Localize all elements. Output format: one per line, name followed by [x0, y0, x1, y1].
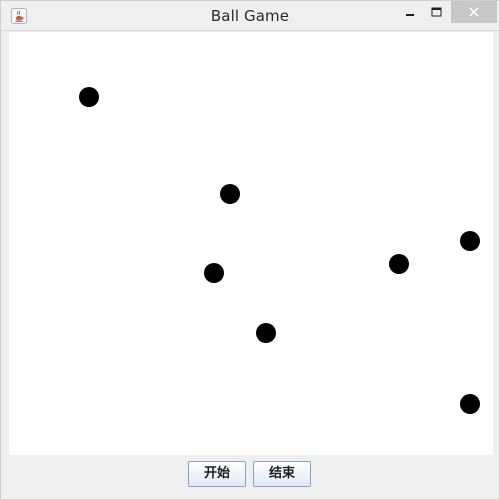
- ball: [256, 323, 276, 343]
- ball-game-window: Ball Game 开始 结束: [0, 0, 500, 500]
- ball: [460, 394, 480, 414]
- ball: [389, 254, 409, 274]
- balls-layer: [79, 87, 480, 414]
- start-button[interactable]: 开始: [188, 461, 246, 487]
- control-bar: 开始 结束: [9, 455, 493, 493]
- end-button[interactable]: 结束: [253, 461, 311, 487]
- ball: [220, 184, 240, 204]
- minimize-button[interactable]: [397, 1, 423, 23]
- maximize-button[interactable]: [423, 1, 449, 23]
- close-button[interactable]: [451, 1, 497, 23]
- ball: [204, 263, 224, 283]
- ball: [79, 87, 99, 107]
- close-icon: [469, 7, 479, 17]
- java-cup-icon: [11, 8, 27, 24]
- minimize-icon: [406, 14, 414, 16]
- maximize-icon: [431, 7, 441, 17]
- game-canvas[interactable]: [9, 32, 493, 455]
- title-bar: Ball Game: [1, 1, 499, 31]
- ball: [460, 231, 480, 251]
